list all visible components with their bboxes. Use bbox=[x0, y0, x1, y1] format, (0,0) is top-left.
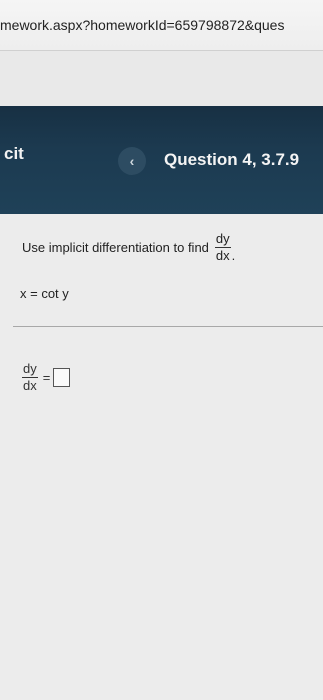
url-text[interactable]: mework.aspx?homeworkId=659798872&ques bbox=[0, 17, 284, 33]
fraction-denominator: dx bbox=[215, 248, 230, 263]
answer-fraction: dy dx bbox=[22, 362, 38, 393]
toolbar-gap bbox=[0, 51, 323, 106]
address-bar[interactable]: mework.aspx?homeworkId=659798872&ques bbox=[0, 0, 323, 51]
fraction-numerator: dy bbox=[215, 231, 230, 246]
answer-row: dy dx = bbox=[22, 362, 71, 393]
chevron-left-icon: ‹ bbox=[129, 153, 135, 169]
section-title: cit bbox=[4, 144, 24, 163]
given-equation: x = cot y bbox=[20, 286, 69, 301]
answer-input-box[interactable] bbox=[53, 368, 71, 387]
answer-fraction-numerator: dy bbox=[23, 361, 37, 376]
derivative-fraction: dy dx bbox=[214, 231, 231, 263]
instruction-text: Use implicit differentiation to find bbox=[22, 240, 209, 255]
section-divider bbox=[13, 326, 323, 327]
question-header: cit ‹ Question 4, 3.7.9 bbox=[0, 106, 323, 214]
question-prompt: Use implicit differentiation to find dy … bbox=[22, 231, 236, 264]
equals-sign: = bbox=[42, 370, 51, 385]
answer-fraction-denominator: dx bbox=[23, 378, 37, 393]
previous-question-button[interactable]: ‹ bbox=[118, 147, 146, 175]
prompt-period: . bbox=[231, 248, 236, 263]
question-content: Use implicit differentiation to find dy … bbox=[0, 214, 323, 700]
question-title: Question 4, 3.7.9 bbox=[164, 150, 300, 169]
